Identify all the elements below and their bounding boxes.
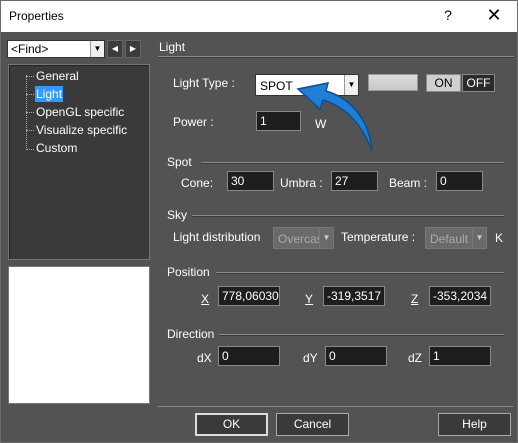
y-label: Y — [305, 292, 314, 306]
tree-connector — [26, 130, 34, 131]
dx-label: dX — [197, 351, 212, 365]
chevron-down-icon[interactable]: ▼ — [319, 228, 333, 248]
spot-section-title: Spot — [167, 155, 192, 169]
chevron-right-icon: ▶ — [129, 44, 137, 53]
find-combo[interactable]: <Find> ▼ — [7, 40, 105, 58]
cancel-button[interactable]: Cancel — [276, 413, 349, 436]
position-x-input[interactable]: 778,06030 — [218, 286, 280, 306]
cone-label: Cone: — [181, 176, 214, 190]
direction-section-title: Direction — [167, 327, 215, 341]
tree-connector — [26, 76, 34, 77]
temperature-value: Default — [430, 232, 469, 246]
sky-divider — [192, 215, 504, 217]
position-divider — [216, 272, 504, 274]
position-z-input[interactable]: -353,2034 — [429, 286, 491, 306]
light-distribution-select[interactable]: Overcas ▼ — [273, 227, 334, 249]
direction-dx-input[interactable]: 0 — [218, 346, 280, 366]
position-y-input[interactable]: -319,3517 — [323, 286, 385, 306]
tree-item-custom[interactable]: Custom — [35, 140, 78, 156]
tree-item-visualize-specific[interactable]: Visualize specific — [35, 122, 128, 138]
light-distribution-value: Overcas — [278, 232, 323, 246]
direction-dz-input[interactable]: 1 — [429, 346, 491, 366]
help-button[interactable]: Help — [438, 413, 511, 436]
find-value: <Find> — [11, 42, 49, 56]
chevron-down-icon[interactable]: ▼ — [90, 41, 104, 57]
ok-button[interactable]: OK — [195, 413, 268, 436]
tree-connector — [26, 149, 34, 150]
chevron-down-icon[interactable]: ▼ — [472, 228, 486, 248]
help-title-button[interactable]: ? — [438, 7, 458, 27]
header-divider — [158, 56, 514, 58]
tree-item-opengl-specific[interactable]: OpenGL specific — [35, 104, 125, 120]
direction-divider — [219, 334, 504, 336]
tree-item-general[interactable]: General — [35, 68, 80, 84]
dz-label: dZ — [408, 351, 423, 365]
nav-forward-button[interactable]: ▶ — [125, 40, 141, 58]
light-type-value: SPOT — [260, 79, 293, 93]
title-bar: Properties ? ✕ — [1, 1, 517, 32]
position-section-title: Position — [167, 265, 210, 279]
window-title: Properties — [9, 9, 64, 23]
umbra-label: Umbra : — [280, 176, 323, 190]
off-toggle-button[interactable]: OFF — [462, 74, 495, 92]
sky-section-title: Sky — [167, 208, 188, 222]
category-tree[interactable]: General Light OpenGL specific Visualize … — [8, 64, 150, 260]
temperature-label: Temperature : — [341, 230, 416, 244]
beam-label: Beam : — [389, 176, 428, 190]
properties-dialog: Properties ? ✕ <Find> ▼ ◀ ▶ General Ligh… — [0, 0, 518, 443]
spot-divider — [201, 162, 504, 164]
temperature-unit: K — [495, 231, 504, 245]
panel-header: Light — [159, 40, 186, 54]
direction-dy-input[interactable]: 0 — [325, 346, 387, 366]
on-toggle-button[interactable]: ON — [426, 74, 461, 92]
x-label: X — [201, 292, 210, 306]
chevron-left-icon: ◀ — [111, 44, 119, 53]
tree-item-light[interactable]: Light — [35, 86, 64, 102]
umbra-input[interactable]: 27 — [331, 171, 378, 191]
preview-area — [8, 266, 150, 404]
beam-input[interactable]: 0 — [436, 171, 483, 191]
tree-connector — [26, 94, 34, 95]
z-label: Z — [411, 292, 419, 306]
power-input[interactable]: 1 — [256, 111, 301, 131]
power-label: Power : — [173, 115, 214, 129]
light-type-label: Light Type : — [173, 76, 235, 90]
close-button[interactable]: ✕ — [484, 5, 504, 27]
light-distribution-label: Light distribution — [173, 230, 261, 244]
footer-divider — [158, 406, 513, 407]
dy-label: dY — [303, 351, 318, 365]
nav-back-button[interactable]: ◀ — [107, 40, 123, 58]
temperature-select[interactable]: Default ▼ — [425, 227, 487, 249]
cone-input[interactable]: 30 — [227, 171, 274, 191]
tree-connector — [26, 112, 34, 113]
annotation-arrow-icon — [296, 82, 373, 152]
